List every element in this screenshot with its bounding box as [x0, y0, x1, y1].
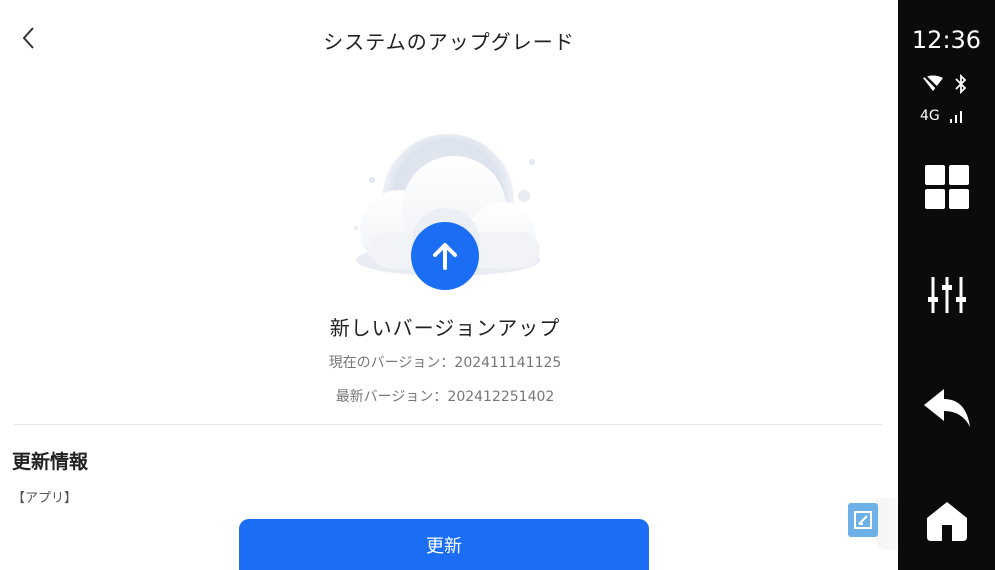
update-button[interactable]: 更新 — [239, 519, 649, 570]
floating-edit-button[interactable] — [848, 503, 878, 537]
settings-button[interactable] — [898, 266, 995, 324]
latest-version: 最新バージョン：202412251402 — [335, 389, 555, 405]
home-icon — [926, 502, 967, 541]
upload-arrow-icon — [411, 222, 479, 290]
apps-button[interactable] — [898, 158, 995, 216]
page-title: システムのアップグレード — [323, 30, 575, 54]
divider — [14, 424, 882, 425]
signal-icon — [949, 111, 962, 123]
cellular-status: 4G — [920, 108, 966, 124]
main-content: システムのアップグレード 新しいバージョンアップ 現在のバージョン：202411… — [0, 0, 898, 570]
apps-grid-icon — [924, 165, 969, 209]
edit-icon — [854, 511, 872, 529]
upgrade-headline: 新しいバージョンアップ — [329, 316, 561, 340]
update-info-title: 更新情報 — [12, 451, 89, 473]
bluetooth-icon — [955, 74, 967, 94]
system-sidebar: 12:36 4G — [898, 0, 995, 570]
floating-panel-edge — [876, 498, 898, 550]
current-version: 現在のバージョン：202411141125 — [328, 355, 562, 371]
status-icons — [922, 74, 968, 94]
return-button[interactable] — [898, 380, 995, 438]
network-type: 4G — [920, 108, 940, 124]
home-button[interactable] — [898, 492, 995, 550]
equalizer-icon — [927, 277, 966, 313]
update-info-section: 【アプリ】 — [12, 491, 78, 506]
status-clock: 12:36 — [911, 26, 982, 54]
back-arrow-icon — [923, 389, 970, 427]
wifi-off-icon — [923, 75, 943, 93]
